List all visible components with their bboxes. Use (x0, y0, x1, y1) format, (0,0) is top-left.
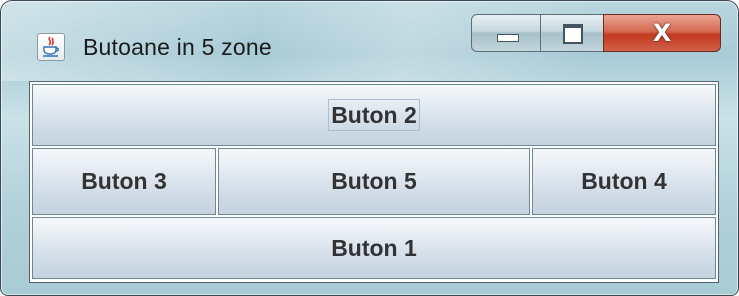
java-cup-icon[interactable] (37, 33, 65, 61)
title-bar[interactable]: Butoane in 5 zone X (1, 1, 738, 81)
close-icon: X (652, 19, 672, 47)
buton-3-button[interactable]: Buton 3 (32, 148, 216, 215)
border-layout-panel: Buton 2 Buton 3 Buton 5 Buton 4 Buton 1 (29, 81, 719, 283)
caption-buttons: X (471, 14, 721, 54)
app-window: Butoane in 5 zone X Buton 2 Buton 3 Buto… (0, 0, 739, 296)
window-title: Butoane in 5 zone (83, 34, 272, 60)
maximize-button[interactable] (540, 14, 604, 52)
buton-1-label: Buton 1 (331, 234, 417, 261)
buton-2-button[interactable]: Buton 2 (32, 84, 716, 146)
buton-4-label: Buton 4 (581, 168, 667, 194)
buton-3-label: Buton 3 (81, 168, 167, 194)
maximize-icon (563, 24, 583, 44)
buton-5-button[interactable]: Buton 5 (218, 148, 530, 215)
minimize-icon (497, 34, 519, 42)
buton-2-label: Buton 2 (328, 99, 420, 131)
minimize-button[interactable] (471, 14, 541, 52)
buton-1-button[interactable]: Buton 1 (32, 217, 716, 279)
buton-4-button[interactable]: Buton 4 (532, 148, 716, 215)
close-button[interactable]: X (603, 14, 721, 52)
buton-5-label: Buton 5 (331, 168, 417, 194)
